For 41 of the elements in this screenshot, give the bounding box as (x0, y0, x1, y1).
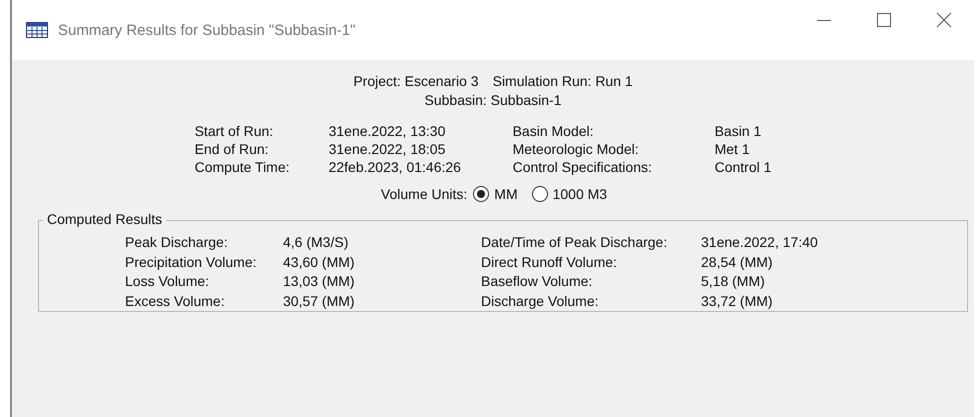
field-value: 43,60 (MM) (283, 252, 356, 272)
field-value: 31ene.2022, 18:05 (328, 140, 446, 158)
field-label: Basin Model: (512, 122, 595, 140)
field-value: 28,54 (MM) (701, 252, 774, 272)
field-label: Baseflow Volume: (481, 272, 594, 291)
field-value: 33,72 (MM) (701, 292, 774, 311)
field-label: Loss Volume: (125, 272, 210, 291)
field-value: 5,18 (MM) (701, 272, 766, 291)
field-value: Basin 1 (714, 122, 762, 140)
field-value: Met 1 (714, 140, 751, 158)
field-label: Start of Run: (194, 122, 274, 140)
field-value: 4,6 (M3/S) (283, 233, 350, 252)
field-label: Discharge Volume: (481, 292, 600, 311)
field-value: Control 1 (714, 158, 772, 176)
radio-label[interactable]: 1000 M3 (552, 186, 608, 202)
field-label: Peak Discharge: (125, 233, 229, 252)
field-label: Precipitation Volume: (125, 252, 258, 272)
field-label: Meteorologic Model: (512, 140, 640, 158)
radio-button[interactable] (473, 186, 490, 202)
table-icon (26, 22, 48, 38)
field-label: Control Specifications: (512, 158, 653, 176)
window-title: Summary Results for Subbasin "Subbasin-1" (58, 22, 356, 38)
field-value: 31ene.2022, 13:30 (328, 122, 446, 140)
header-text: Simulation Run: Run 1 (492, 72, 633, 91)
radio-button[interactable] (532, 186, 548, 202)
field-value: 30,57 (MM) (283, 292, 356, 311)
field-label: Compute Time: (194, 158, 291, 176)
maximize-icon[interactable] (876, 12, 892, 28)
field-label: Excess Volume: (125, 292, 226, 310)
field-label: Date/Time of Peak Discharge: (481, 233, 668, 252)
field-value: 31ene.2022, 17:40 (701, 233, 818, 252)
close-icon[interactable] (936, 12, 952, 28)
field-value: 13,03 (MM) (283, 272, 356, 291)
field-label: Direct Runoff Volume: (481, 252, 618, 272)
field-label: End of Run: (194, 140, 270, 158)
group-title: Computed Results (43, 211, 166, 227)
header-text: Project: Escenario 3 (353, 72, 479, 91)
field-value: 22feb.2023, 01:46:26 (328, 158, 462, 176)
field-label: Volume Units: (380, 186, 468, 202)
radio-label[interactable]: MM (494, 186, 518, 202)
header-text: Subbasin: Subbasin-1 (424, 91, 562, 110)
